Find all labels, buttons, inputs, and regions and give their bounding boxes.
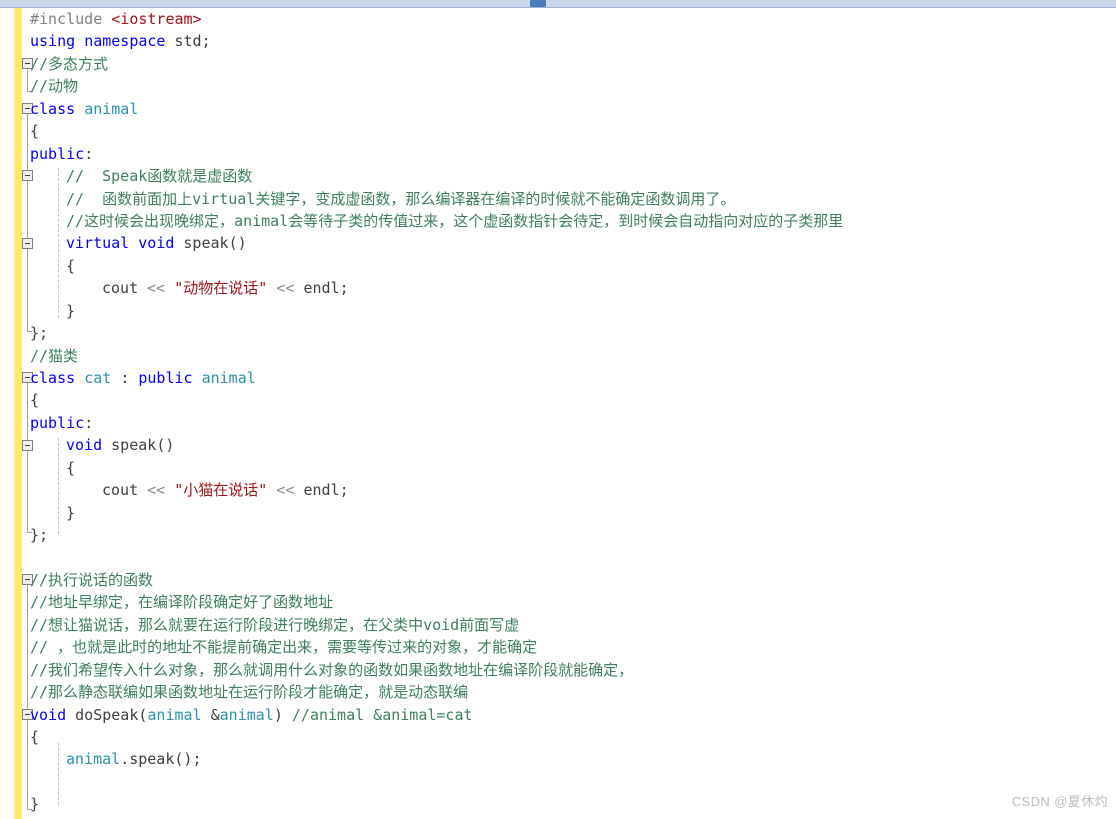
code-line[interactable]: using namespace std; <box>0 30 1116 52</box>
code-line-text: #include <iostream> <box>30 10 202 28</box>
code-line-text: cout << "动物在说话" << endl; <box>102 279 349 298</box>
code-line-text: //猫类 <box>30 346 79 365</box>
code-line-text: //想让猫说话，那么就要在运行阶段进行晚绑定，在父类中void前面写虚 <box>30 615 520 634</box>
code-lines-container: #include <iostream> using namespace std; /… <box>0 8 1116 819</box>
code-line[interactable]: //地址早绑定，在编译阶段确定好了函数地址 <box>0 591 1116 613</box>
code-line-text: //我们希望传入什么对象，那么就调用什么对象的函数如果函数地址在编译阶段就能确定… <box>30 660 634 679</box>
code-line[interactable]: } <box>0 793 1116 815</box>
code-line-text: }; <box>30 324 49 343</box>
code-line-text: { <box>30 728 40 746</box>
code-line[interactable]: //动物 <box>0 75 1116 97</box>
code-line[interactable]: cout << "小猫在说话" << endl; <box>0 479 1116 501</box>
code-line[interactable]: void speak() <box>0 434 1116 456</box>
code-line[interactable]: { <box>0 255 1116 277</box>
code-line[interactable]: #include <iostream> <box>0 8 1116 30</box>
code-line[interactable]: { <box>0 726 1116 748</box>
code-line-text: //多态方式 <box>30 54 109 73</box>
code-line-text: //执行说话的函数 <box>30 570 154 589</box>
code-line[interactable]: //这时候会出现晚绑定，animal会等待子类的传值过来，这个虚函数指针会待定，… <box>0 210 1116 232</box>
code-line-text: class cat : public animal <box>30 369 256 387</box>
code-line[interactable]: //那么静态联编如果函数地址在运行阶段才能确定，就是动态联编 <box>0 681 1116 703</box>
code-line[interactable]: { <box>0 120 1116 142</box>
code-line[interactable]: animal.speak(); <box>0 748 1116 770</box>
code-line-text: // ，也就是此时的地址不能提前确定出来，需要等传过来的对象，才能确定 <box>30 638 538 657</box>
horizontal-scrollbar-thumb[interactable] <box>530 0 546 7</box>
code-line[interactable]: //想让猫说话，那么就要在运行阶段进行晚绑定，在父类中void前面写虚 <box>0 614 1116 636</box>
code-line-text: class animal <box>30 99 139 118</box>
code-line-text: // 函数前面加上virtual关键字，变成虚函数，那么编译器在编译的时候就不能… <box>66 189 736 208</box>
code-line[interactable]: } <box>0 502 1116 524</box>
code-line-text: // Speak函数就是虚函数 <box>66 167 253 186</box>
code-line-text: } <box>30 795 40 814</box>
code-line-text: { <box>30 122 40 141</box>
code-line-text: } <box>66 301 76 320</box>
code-line[interactable]: public: <box>0 412 1116 434</box>
indent-guide <box>58 168 59 318</box>
code-line-text: { <box>66 256 76 275</box>
code-line[interactable]: cout << "动物在说话" << endl; <box>0 277 1116 299</box>
code-line[interactable]: //我们希望传入什么对象，那么就调用什么对象的函数如果函数地址在编译阶段就能确定… <box>0 659 1116 681</box>
code-line-text: void speak() <box>66 436 175 455</box>
code-line[interactable]: // ，也就是此时的地址不能提前确定出来，需要等传过来的对象，才能确定 <box>0 636 1116 658</box>
indent-guide <box>58 438 59 534</box>
code-line[interactable] <box>0 547 1116 569</box>
code-line-text: virtual void speak() <box>66 234 247 253</box>
code-line-text: //这时候会出现晚绑定，animal会等待子类的传值过来，这个虚函数指针会待定，… <box>66 211 844 230</box>
horizontal-scrollbar[interactable] <box>0 0 1116 8</box>
code-line[interactable] <box>0 771 1116 793</box>
code-line[interactable]: }; <box>0 524 1116 546</box>
code-line[interactable]: { <box>0 457 1116 479</box>
code-line[interactable]: // 函数前面加上virtual关键字，变成虚函数，那么编译器在编译的时候就不能… <box>0 188 1116 210</box>
watermark-text: CSDN @夏休灼 <box>1011 794 1108 809</box>
code-line[interactable]: void doSpeak(animal &animal) //animal &a… <box>0 704 1116 726</box>
code-line[interactable]: } <box>0 300 1116 322</box>
code-line-text: }; <box>30 526 49 545</box>
code-editor-surface[interactable]: #include <iostream> using namespace std; /… <box>0 8 1116 819</box>
code-line-text: //那么静态联编如果函数地址在运行阶段才能确定，就是动态联编 <box>30 683 469 702</box>
code-line[interactable]: { <box>0 389 1116 411</box>
code-line-text: void doSpeak(animal &animal) //animal &a… <box>30 705 473 724</box>
code-line-text: cout << "小猫在说话" << endl; <box>102 481 349 500</box>
code-line[interactable]: }; <box>0 322 1116 344</box>
code-line[interactable]: public: <box>0 143 1116 165</box>
code-line-text: //地址早绑定，在编译阶段确定好了函数地址 <box>30 593 334 612</box>
indent-guide <box>58 743 59 805</box>
code-line-text: animal.speak(); <box>66 750 202 769</box>
code-line-text: //动物 <box>30 77 79 96</box>
code-line[interactable]: // Speak函数就是虚函数 <box>0 165 1116 187</box>
code-line-text: using namespace std; <box>30 32 211 51</box>
code-line-text: { <box>30 391 40 410</box>
code-line[interactable]: class cat : public animal <box>0 367 1116 389</box>
code-line[interactable]: //多态方式 <box>0 53 1116 75</box>
code-line[interactable]: //猫类 <box>0 345 1116 367</box>
code-line[interactable]: virtual void speak() <box>0 232 1116 254</box>
code-line[interactable]: class animal <box>0 98 1116 120</box>
code-line-text: { <box>66 458 76 477</box>
code-line-text: } <box>66 503 76 522</box>
code-line[interactable]: //执行说话的函数 <box>0 569 1116 591</box>
code-line-text: public: <box>30 144 94 163</box>
code-line-text: public: <box>30 413 94 432</box>
